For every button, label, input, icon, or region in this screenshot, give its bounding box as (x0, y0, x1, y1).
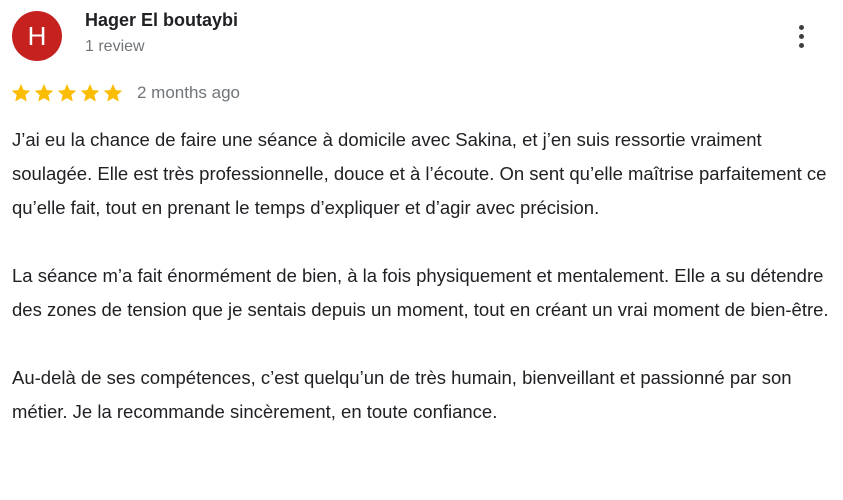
author-name[interactable]: Hager El boutaybi (85, 10, 238, 31)
avatar[interactable]: H (12, 11, 62, 61)
rating-row: 2 months ago (10, 80, 240, 106)
star-icon (11, 84, 31, 102)
review-paragraph: La séance m’a fait énormément de bien, à… (12, 265, 829, 320)
review-text: J’ai eu la chance de faire une séance à … (12, 123, 834, 429)
more-options-button[interactable] (786, 18, 816, 54)
review-paragraph: Au-delà de ses compétences, c’est quelqu… (12, 367, 792, 422)
star-icon (103, 84, 123, 102)
more-vert-icon (798, 24, 804, 30)
star-icon (80, 84, 100, 102)
star-rating (10, 82, 124, 104)
review-date: 2 months ago (137, 83, 241, 102)
star-icon (34, 84, 54, 102)
star-icon (57, 84, 77, 102)
review-card: H Hager El boutaybi 1 review 2 months ag… (0, 0, 843, 500)
avatar-letter: H (27, 21, 47, 51)
review-paragraph: J’ai eu la chance de faire une séance à … (12, 129, 827, 218)
review-count[interactable]: 1 review (85, 38, 145, 56)
